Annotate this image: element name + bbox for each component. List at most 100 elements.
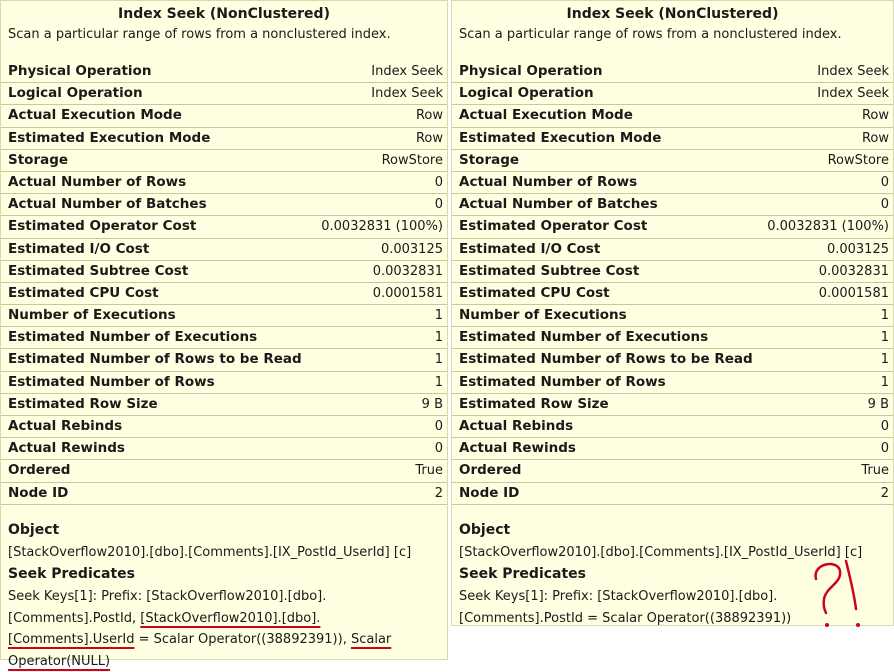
property-value: 0 [880,419,889,434]
property-label: Logical Operation [459,85,594,102]
property-value: 9 B [867,396,889,412]
property-label: Estimated Execution Mode [8,129,211,146]
property-label: Estimated Number of Rows to be Read [459,351,753,368]
seek-postid: [Comments].PostId, [8,610,141,626]
property-label: Estimated Execution Mode [459,129,662,146]
property-value: 0 [880,441,889,457]
exclamation-mark-stroke [844,559,858,611]
property-row: Estimated CPU Cost 0.0001581 [1,283,447,306]
property-row: Number of Executions 1 [452,305,893,328]
property-row: Actual Rebinds 0 [452,416,893,439]
property-value: Index Seek [817,86,889,102]
property-value: 0 [434,197,443,213]
question-mark-stroke [814,562,842,615]
property-value: 1 [434,330,443,346]
property-row: Estimated Execution Mode Row [452,128,893,150]
operator-description: Scan a particular range of rows from a n… [8,27,391,42]
property-label: Estimated Number of Rows to be Read [8,351,302,368]
property-row: Ordered True [452,460,893,483]
property-value: 1 [880,308,889,324]
property-value: Index Seek [371,86,443,102]
property-value: Row [861,130,889,146]
operator-description: Scan a particular range of rows from a n… [459,27,842,42]
property-value: 0 [880,197,889,213]
property-value: 0 [434,441,443,457]
operator-title: Index Seek (NonClustered) [118,6,330,22]
property-label: Estimated CPU Cost [459,284,610,301]
property-row: Physical Operation Index Seek [452,61,893,84]
property-value: True [415,463,443,479]
property-row: Actual Number of Rows 0 [452,172,893,195]
property-label: Estimated Number of Executions [459,329,709,346]
property-value: 9 B [421,396,443,412]
property-row: Number of Executions 1 [1,305,447,328]
property-row: Estimated Number of Rows to be Read 1 [1,349,447,372]
property-label: Actual Number of Batches [8,196,207,213]
underlined-scalar: Scalar [350,632,392,648]
property-value: 0.0032831 (100%) [321,219,443,235]
property-label: Actual Rewinds [459,440,576,457]
property-row: Estimated Execution Mode Row [1,128,447,150]
property-row: Estimated Number of Executions 1 [1,327,447,350]
property-value: Index Seek [371,64,443,79]
seek-predicates-heading: Seek Predicates [8,566,136,583]
property-label: Node ID [459,484,520,501]
property-row: Estimated Operator Cost 0.0032831 (100%) [1,216,447,239]
property-row: Actual Execution Mode Row [1,105,447,128]
property-label: Node ID [8,484,69,501]
property-label: Actual Execution Mode [459,107,633,124]
underlined-db-schema: [StackOverflow2010].[dbo]. [140,610,321,626]
property-row: Estimated Number of Executions 1 [452,327,893,350]
property-row: Node ID 2 [1,483,447,505]
property-label: Actual Rebinds [8,418,123,434]
property-label: Estimated Row Size [8,395,158,412]
property-label: Ordered [459,462,522,479]
property-value: 2 [434,485,443,501]
property-row: Actual Number of Batches 0 [1,194,447,217]
property-value: 0.0032831 [818,263,889,279]
property-row: Logical Operation Index Seek [452,83,893,106]
property-value: Row [415,108,443,124]
exclamation-mark-dot [856,623,860,627]
property-label: Actual Rebinds [459,418,574,434]
seek-prefix: Seek Keys[1]: Prefix: [StackOverflow2010… [8,589,327,605]
property-row: Estimated Number of Rows 1 [452,372,893,394]
property-value: 0.003125 [826,241,889,257]
property-row: Actual Rewinds 0 [452,438,893,461]
property-label: Storage [459,151,520,168]
property-row: Actual Rebinds 0 [1,416,447,439]
property-row: Storage RowStore [452,150,893,172]
property-row: Estimated Subtree Cost 0.0032831 [1,261,447,283]
property-row: Estimated I/O Cost 0.003125 [1,239,447,261]
property-value: RowStore [381,152,443,168]
property-row: Estimated Number of Rows to be Read 1 [452,349,893,372]
seek-predicates-text: Seek Keys[1]: Prefix: [StackOverflow2010… [8,586,439,672]
property-label: Storage [8,151,69,168]
object-value: [StackOverflow2010].[dbo].[Comments].[IX… [8,544,412,560]
property-value: 1 [880,330,889,346]
property-value: 0.0001581 [818,285,889,301]
property-row: Estimated Operator Cost 0.0032831 (100%) [452,216,893,239]
tooltip-left: Index Seek (NonClustered) Scan a particu… [0,0,448,669]
property-value: 0 [434,419,443,434]
property-value: 1 [434,374,443,390]
property-label: Physical Operation [459,63,603,79]
property-label: Estimated Operator Cost [459,218,648,235]
property-value: 1 [434,352,443,368]
property-value: RowStore [827,152,889,168]
property-row: Estimated I/O Cost 0.003125 [452,239,893,261]
property-value: 0.0032831 [372,263,443,279]
property-value: Row [415,130,443,146]
property-row: Estimated Subtree Cost 0.0032831 [452,261,893,283]
property-label: Actual Number of Batches [459,196,658,213]
property-value: True [861,463,889,479]
object-heading: Object [8,521,60,538]
property-label: Estimated Operator Cost [8,218,197,235]
property-value: 2 [880,485,889,501]
property-label: Estimated I/O Cost [8,240,150,257]
property-value: 0 [880,174,889,190]
property-label: Number of Executions [8,307,176,324]
property-row: Logical Operation Index Seek [1,83,447,106]
property-label: Estimated CPU Cost [8,284,159,301]
property-value: 0.0001581 [372,285,443,301]
